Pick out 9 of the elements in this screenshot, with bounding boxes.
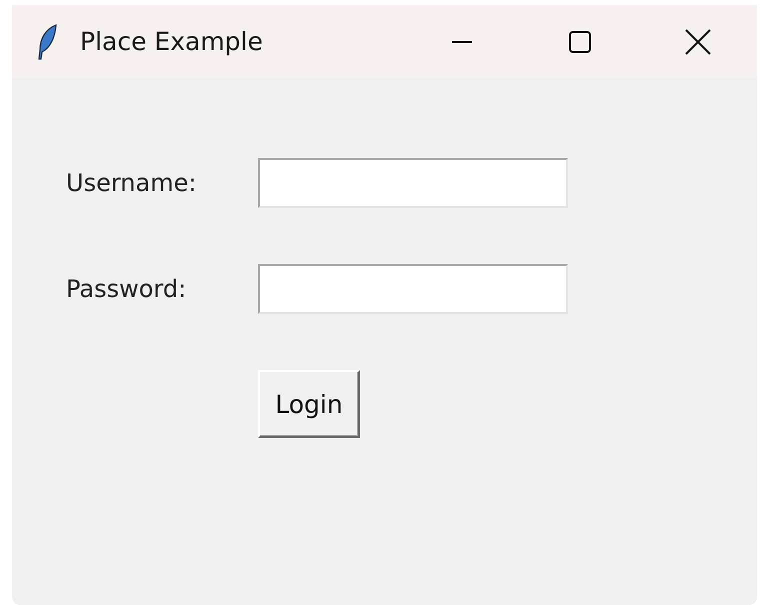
- maximize-icon[interactable]: [568, 30, 592, 54]
- username-field[interactable]: [258, 158, 568, 208]
- close-icon[interactable]: [685, 28, 711, 54]
- feather-icon: [36, 24, 58, 60]
- window-title: Place Example: [80, 27, 263, 56]
- field-label: Password:: [66, 275, 188, 303]
- field-label: Username:: [66, 169, 198, 197]
- login-button[interactable]: Login: [258, 370, 360, 438]
- password-field[interactable]: [258, 264, 568, 314]
